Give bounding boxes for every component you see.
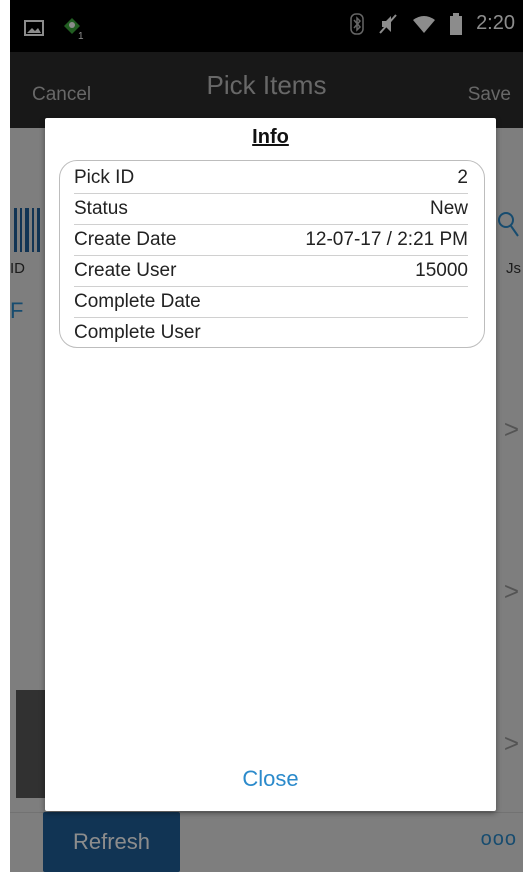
info-label: Create User bbox=[74, 260, 177, 281]
info-row-complete-user: Complete User bbox=[74, 318, 468, 348]
close-button[interactable]: Close bbox=[45, 766, 496, 792]
info-value: 2 bbox=[457, 167, 468, 188]
info-label: Complete User bbox=[74, 322, 201, 343]
info-value: 12-07-17 / 2:21 PM bbox=[305, 229, 468, 250]
info-value: 15000 bbox=[415, 260, 468, 281]
info-label: Status bbox=[74, 198, 128, 219]
info-label: Pick ID bbox=[74, 167, 135, 188]
info-value: New bbox=[429, 198, 468, 219]
info-row-pick-id: Pick ID 2 bbox=[74, 163, 468, 194]
info-label: Create Date bbox=[74, 229, 177, 250]
info-row-status: Status New bbox=[74, 194, 468, 225]
info-dialog: Info Pick ID 2 Status New Create Date 12… bbox=[45, 118, 496, 811]
info-row-complete-date: Complete Date bbox=[74, 287, 468, 318]
info-row-create-user: Create User 15000 bbox=[74, 256, 468, 287]
info-label: Complete Date bbox=[74, 291, 201, 312]
dialog-title: Info bbox=[252, 126, 289, 148]
info-row-create-date: Create Date 12-07-17 / 2:21 PM bbox=[74, 225, 468, 256]
screen: 1 2:20 Cancel Pick Items Save ID Js F > … bbox=[10, 0, 523, 872]
info-table: Pick ID 2 Status New Create Date 12-07-1… bbox=[59, 160, 485, 348]
